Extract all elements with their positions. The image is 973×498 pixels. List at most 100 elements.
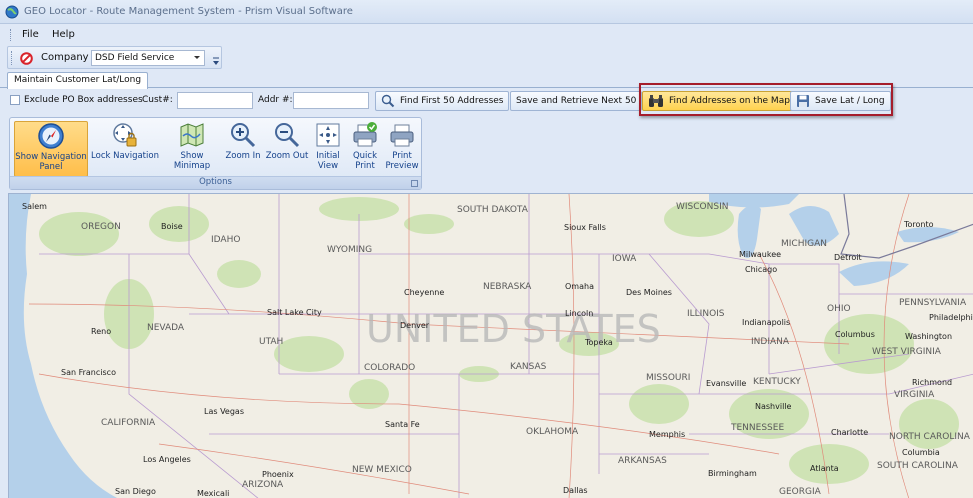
tab-maintain-customer-latlong[interactable]: Maintain Customer Lat/Long (7, 72, 149, 89)
zoom-out-label: Zoom Out (265, 151, 309, 161)
show-minimap-label: Show Minimap (173, 151, 211, 171)
find-first-50-label: Find First 50 Addresses (400, 96, 504, 106)
print-preview-button[interactable]: Print Preview (384, 121, 420, 177)
no-entry-icon[interactable] (20, 52, 33, 65)
city-label: Philadelphia (929, 313, 973, 322)
quick-print-icon (353, 122, 377, 147)
city-label: Richmond (912, 378, 952, 387)
city-label: Dallas (563, 486, 588, 495)
city-label: Las Vegas (204, 407, 244, 416)
city-label: Salt Lake City (267, 308, 322, 317)
state-label: NORTH CAROLINA (889, 432, 971, 442)
city-label: Washington (905, 332, 952, 341)
state-label: OREGON (81, 222, 121, 232)
state-label: INDIANA (751, 337, 790, 347)
state-label: TENNESSEE (730, 423, 784, 433)
company-select[interactable]: DSD Field Service (91, 50, 205, 66)
magnifier-icon (381, 94, 395, 108)
city-label: Salem (22, 202, 47, 211)
city-label: Toronto (903, 220, 934, 229)
save-retrieve-next-button[interactable]: Save and Retrieve Next 50 (510, 91, 643, 111)
lock-navigation-label: Lock Navigation (91, 151, 159, 161)
state-label: WISCONSIN (676, 202, 728, 212)
state-label: NEBRASKA (483, 282, 532, 292)
exclude-po-box-checkbox[interactable] (10, 95, 20, 105)
ribbon-options-group: Show Navigation Panel Lock Navigation Sh… (9, 117, 422, 190)
city-label: Los Angeles (143, 455, 191, 464)
city-label: Reno (91, 327, 111, 336)
state-label: WEST VIRGINIA (872, 347, 942, 357)
city-label: Indianapolis (742, 318, 790, 327)
initial-view-icon (316, 123, 340, 147)
city-label: Memphis (649, 430, 685, 439)
company-label: Company (41, 52, 89, 63)
lock-navigation-button[interactable]: Lock Navigation (90, 121, 160, 177)
menu-help[interactable]: Help (52, 29, 75, 40)
zoom-out-button[interactable]: Zoom Out (264, 121, 310, 177)
menu-bar: File Help (0, 25, 973, 45)
options-group-text: Options (199, 177, 232, 187)
state-label: IDAHO (211, 235, 240, 245)
options-group-label: Options (10, 176, 421, 189)
find-first-50-button[interactable]: Find First 50 Addresses (375, 91, 510, 111)
globe-icon (5, 5, 19, 19)
menu-file[interactable]: File (22, 29, 39, 40)
city-label: San Diego (115, 487, 156, 496)
company-toolbar: Company DSD Field Service (7, 46, 222, 69)
dialog-launcher-icon[interactable] (411, 180, 418, 187)
state-label: GEORGIA (779, 487, 822, 497)
initial-view-line2: View (317, 161, 339, 171)
save-retrieve-next-label: Save and Retrieve Next 50 (516, 96, 637, 106)
exclude-po-box-label: Exclude PO Box addresses (24, 95, 143, 105)
print-preview-line1: Print (392, 151, 412, 161)
chevron-down-icon (194, 56, 200, 59)
city-label: Boise (161, 222, 183, 231)
state-label: KENTUCKY (753, 377, 801, 387)
zoom-out-icon (275, 123, 300, 148)
city-label: Cheyenne (404, 288, 444, 297)
city-label: Topeka (584, 338, 613, 347)
menu-grip (10, 29, 13, 41)
zoom-in-label: Zoom In (225, 151, 261, 161)
show-minimap-button[interactable]: Show Minimap (162, 121, 222, 177)
state-label: COLORADO (364, 363, 415, 373)
state-label: OHIO (827, 304, 851, 314)
city-label: Atlanta (810, 464, 839, 473)
show-navigation-line2: Panel (39, 162, 63, 172)
addr-label: Addr #: (258, 95, 293, 105)
state-label: NEVADA (147, 323, 185, 333)
city-label: Omaha (565, 282, 594, 291)
zoom-in-button[interactable]: Zoom In (224, 121, 262, 177)
city-label: Evansville (706, 379, 746, 388)
company-select-value: DSD Field Service (95, 53, 175, 63)
state-label: PENNSYLVANIA (899, 298, 967, 308)
state-label: ILLINOIS (687, 309, 725, 319)
quick-print-button[interactable]: Quick Print (348, 121, 382, 177)
city-label: Columbus (835, 330, 875, 339)
toolbar-overflow-icon[interactable] (212, 55, 220, 67)
initial-view-button[interactable]: Initial View (312, 121, 344, 177)
city-label: Mexicali (197, 489, 229, 498)
initial-view-line1: Initial (316, 151, 340, 161)
state-label: MICHIGAN (781, 239, 827, 249)
highlight-annotation (639, 83, 893, 116)
addr-input[interactable] (293, 92, 369, 109)
compass-icon (38, 123, 64, 149)
city-label: Denver (400, 321, 430, 330)
state-label: UTAH (259, 337, 283, 347)
state-label: KANSAS (510, 362, 547, 372)
show-navigation-panel-button[interactable]: Show Navigation Panel (14, 121, 88, 177)
show-navigation-line1: Show Navigation (15, 152, 87, 162)
cust-input[interactable] (177, 92, 253, 109)
toolbar-grip[interactable] (11, 51, 14, 65)
map-view[interactable]: UNITED STATES OREGON IDAHO WYOMING SOUTH… (8, 193, 973, 498)
city-label: Lincoln (565, 309, 593, 318)
city-label: Birmingham (708, 469, 757, 478)
city-label: San Francisco (61, 368, 116, 377)
state-label: ARIZONA (242, 480, 284, 490)
state-label: OKLAHOMA (526, 427, 579, 437)
print-preview-icon (390, 124, 414, 147)
quick-print-line1: Quick (352, 151, 378, 161)
state-label: NEW MEXICO (352, 465, 412, 475)
map-canvas[interactable]: UNITED STATES OREGON IDAHO WYOMING SOUTH… (9, 194, 973, 498)
